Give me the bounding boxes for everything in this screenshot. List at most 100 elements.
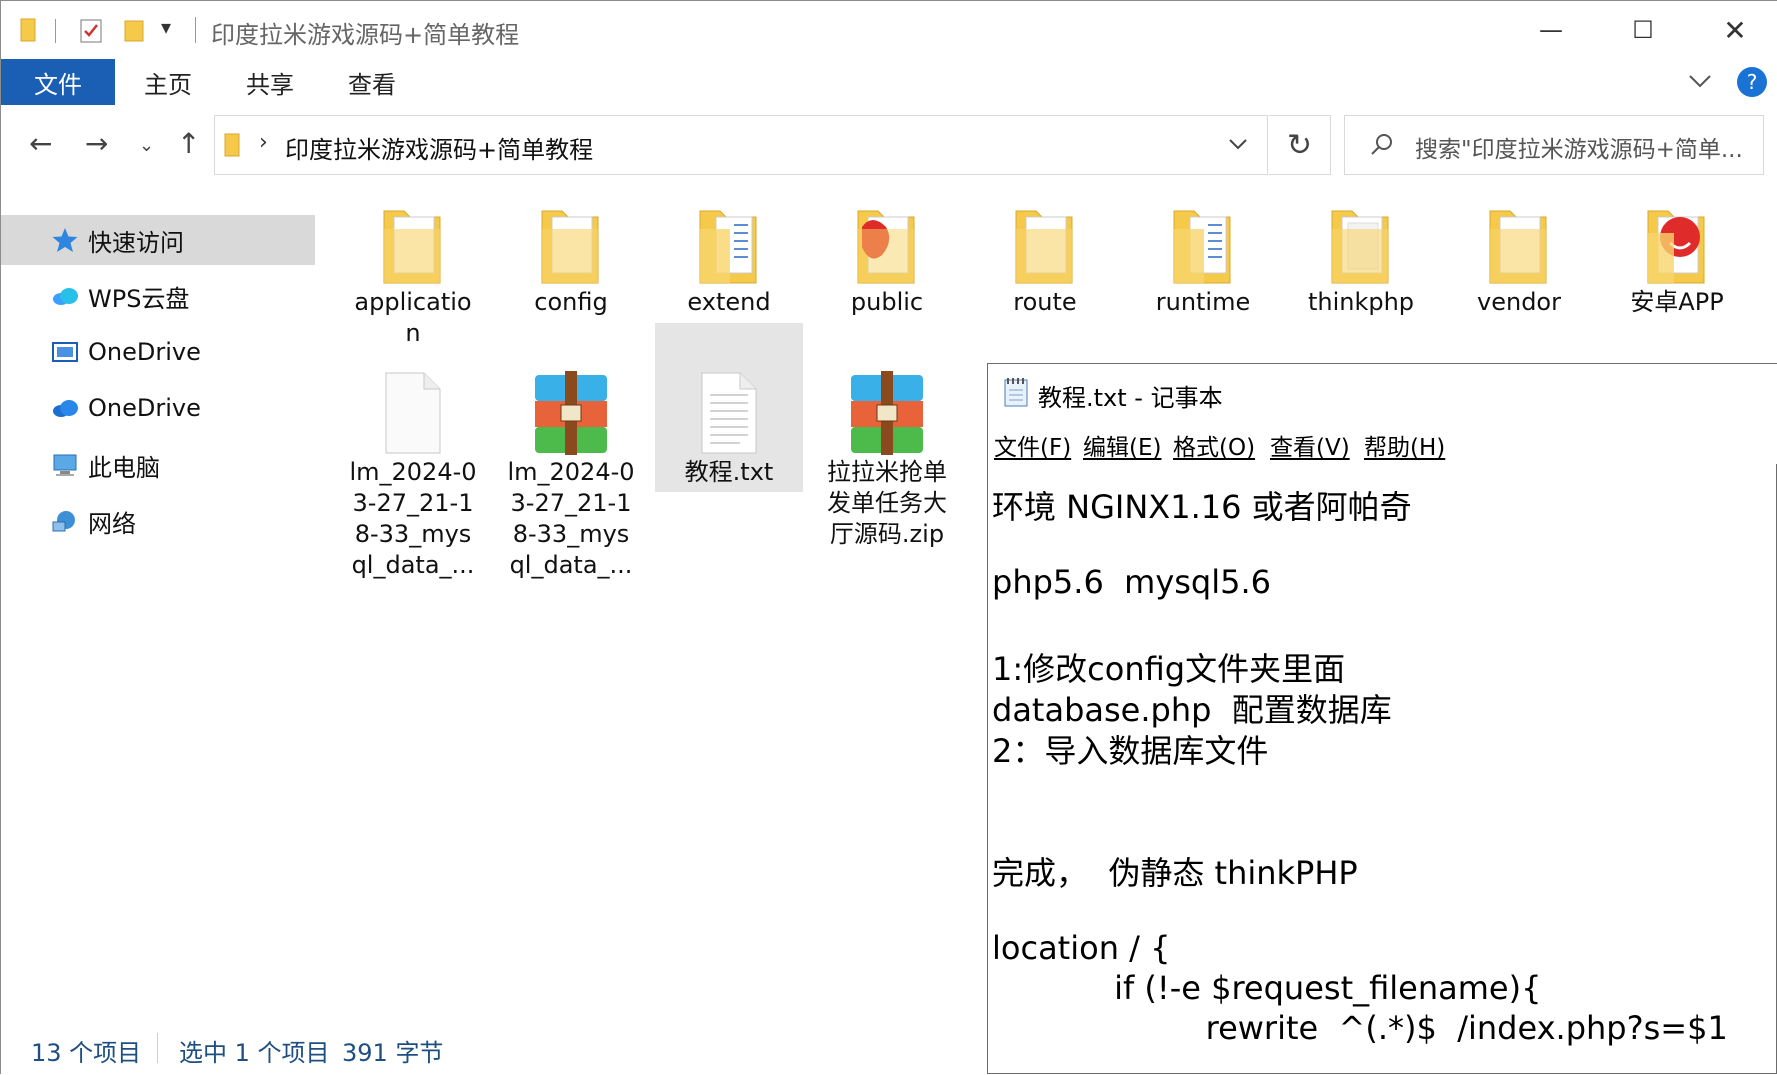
- file-label: config: [534, 288, 608, 316]
- tab-home[interactable]: 主页: [125, 59, 211, 105]
- folder-runtime[interactable]: runtime: [1129, 203, 1277, 318]
- file-label: runtime: [1155, 288, 1251, 316]
- notepad-menu-bar: 文件(F) 编辑(E) 格式(O) 查看(V) 帮助(H): [988, 420, 1777, 464]
- folder-extend[interactable]: extend: [655, 203, 803, 318]
- divider: [55, 19, 56, 43]
- menu-format[interactable]: 格式(O): [1173, 428, 1255, 462]
- text-file-icon: [701, 372, 757, 454]
- file-sql-data-1[interactable]: lm_2024-0 3-27_21-1 8-33_mys ql_data_...: [339, 369, 487, 581]
- folder-icon: [1489, 210, 1547, 284]
- divider: [195, 17, 196, 43]
- forward-icon[interactable]: →: [85, 127, 108, 160]
- sidebar-item-label: OneDrive: [88, 338, 201, 366]
- text-line: php5.6 mysql5.6: [992, 563, 1272, 601]
- breadcrumb[interactable]: 印度拉米游戏源码+简单教程: [285, 130, 593, 165]
- ribbon-tabs: 文件 主页 共享 查看 ?: [1, 59, 1777, 110]
- sidebar-item-label: 网络: [88, 509, 136, 538]
- folder-public[interactable]: public: [813, 203, 961, 318]
- sidebar-item-label: WPS云盘: [88, 284, 190, 313]
- text-line: rewrite ^(.*)$ /index.php?s=$1: [992, 1009, 1728, 1047]
- file-label: 教程.txt: [684, 458, 774, 486]
- file-sql-data-2[interactable]: lm_2024-0 3-27_21-1 8-33_mys ql_data_...: [497, 369, 645, 581]
- text-line: 环境 NGINX1.16 或者阿帕奇: [992, 488, 1412, 526]
- file-label: 拉拉米抢单 发单任务大 厅源码.zip: [827, 458, 947, 548]
- file-label: thinkphp: [1307, 288, 1415, 316]
- archive-icon: [851, 371, 923, 455]
- tab-file[interactable]: 文件: [1, 59, 115, 105]
- window-title: 印度拉米游戏源码+简单教程: [211, 21, 520, 49]
- notepad-text-area[interactable]: 环境 NGINX1.16 或者阿帕奇 php5.6 mysql5.6 1:修改c…: [992, 464, 1772, 1074]
- folder-application[interactable]: applicatio n: [339, 203, 487, 349]
- address-bar[interactable]: › 印度拉米游戏源码+简单教程: [214, 115, 1268, 175]
- file-tutorial-txt[interactable]: 教程.txt: [655, 323, 803, 492]
- help-icon[interactable]: ?: [1737, 67, 1767, 97]
- text-line: if (!-e $request_filename){: [992, 969, 1542, 1007]
- sidebar-item-label: 此电脑: [88, 453, 160, 482]
- folder-icon[interactable]: [19, 17, 39, 43]
- navigation-pane: 快速访问 WPS云盘 OneDrive OneDrive 此电脑 网络: [1, 183, 320, 1021]
- file-label: extend: [687, 288, 771, 316]
- new-folder-icon[interactable]: [123, 17, 147, 43]
- tab-view[interactable]: 查看: [329, 59, 415, 105]
- sidebar-item-wps-cloud[interactable]: WPS云盘: [1, 271, 315, 321]
- folder-config[interactable]: config: [497, 203, 645, 318]
- sidebar-item-this-pc[interactable]: 此电脑: [1, 440, 315, 490]
- refresh-button[interactable]: ↻: [1269, 115, 1331, 175]
- folder-icon: [224, 133, 240, 157]
- sidebar-item-label: OneDrive: [88, 394, 201, 422]
- folder-icon: [1173, 210, 1231, 284]
- computer-icon: [53, 454, 77, 476]
- close-button[interactable]: ✕: [1689, 1, 1777, 59]
- sidebar-item-onedrive-1[interactable]: OneDrive: [1, 327, 315, 377]
- title-bar: ▾ 印度拉米游戏源码+简单教程 — ☐ ✕: [1, 1, 1777, 59]
- selection-size: 391 字节: [342, 1039, 444, 1067]
- folder-android-app[interactable]: 安卓APP: [1603, 203, 1751, 318]
- app-folder-icon: [1647, 210, 1705, 284]
- expand-ribbon-icon[interactable]: [1687, 71, 1713, 91]
- search-input[interactable]: 搜索"印度拉米游戏源码+简单...: [1344, 115, 1764, 175]
- menu-file[interactable]: 文件(F): [994, 428, 1071, 462]
- file-label: applicatio n: [354, 288, 472, 347]
- file-label: lm_2024-0 3-27_21-1 8-33_mys ql_data_...: [349, 458, 477, 579]
- menu-help[interactable]: 帮助(H): [1364, 428, 1445, 462]
- recent-locations-icon[interactable]: ⌄: [139, 135, 154, 156]
- divider: [157, 1033, 158, 1063]
- up-icon[interactable]: ↑: [177, 127, 200, 160]
- folder-icon: [541, 210, 599, 284]
- customize-quick-access-icon[interactable]: ▾: [161, 15, 171, 39]
- tab-share[interactable]: 共享: [227, 59, 313, 105]
- sidebar-item-onedrive-2[interactable]: OneDrive: [1, 383, 315, 433]
- maximize-button[interactable]: ☐: [1597, 1, 1689, 59]
- notepad-window: 教程.txt - 记事本 文件(F) 编辑(E) 格式(O) 查看(V) 帮助(…: [987, 363, 1777, 1074]
- archive-icon: [535, 371, 607, 455]
- selection-count: 选中 1 个项目: [179, 1039, 330, 1067]
- search-placeholder: 搜索"印度拉米游戏源码+简单...: [1415, 137, 1743, 163]
- folder-route[interactable]: route: [971, 203, 1119, 318]
- folder-vendor[interactable]: vendor: [1445, 203, 1593, 318]
- minimize-button[interactable]: —: [1505, 1, 1597, 59]
- folder-thinkphp[interactable]: thinkphp: [1287, 203, 1435, 318]
- navigation-bar: ← → ⌄ ↑ › 印度拉米游戏源码+简单教程 ↻ 搜索"印度拉米游戏源码+简单…: [1, 109, 1777, 183]
- text-line: database.php 配置数据库: [992, 691, 1392, 729]
- folder-icon: [383, 210, 441, 284]
- properties-icon[interactable]: [79, 17, 105, 45]
- breadcrumb-separator-icon[interactable]: ›: [259, 130, 268, 155]
- file-label: 安卓APP: [1630, 288, 1724, 316]
- menu-edit[interactable]: 编辑(E): [1083, 428, 1161, 462]
- text-line: 2：导入数据库文件: [992, 732, 1269, 770]
- sidebar-item-quick-access[interactable]: 快速访问: [1, 215, 315, 265]
- onedrive-icon: [53, 400, 78, 417]
- cloud-icon: [53, 288, 78, 305]
- app-folder-icon: [857, 210, 915, 284]
- sidebar-item-label: 快速访问: [88, 228, 184, 257]
- sidebar-item-network[interactable]: 网络: [1, 496, 315, 546]
- file-label: vendor: [1477, 288, 1561, 316]
- file-label: route: [1013, 288, 1077, 316]
- address-dropdown-icon[interactable]: [1227, 136, 1249, 154]
- folder-icon: [699, 210, 757, 284]
- text-line: location / {: [992, 929, 1171, 967]
- file-lalami-zip[interactable]: 拉拉米抢单 发单任务大 厅源码.zip: [813, 369, 961, 550]
- menu-view[interactable]: 查看(V): [1270, 428, 1350, 462]
- back-icon[interactable]: ←: [29, 127, 52, 160]
- search-icon: [1371, 134, 1392, 155]
